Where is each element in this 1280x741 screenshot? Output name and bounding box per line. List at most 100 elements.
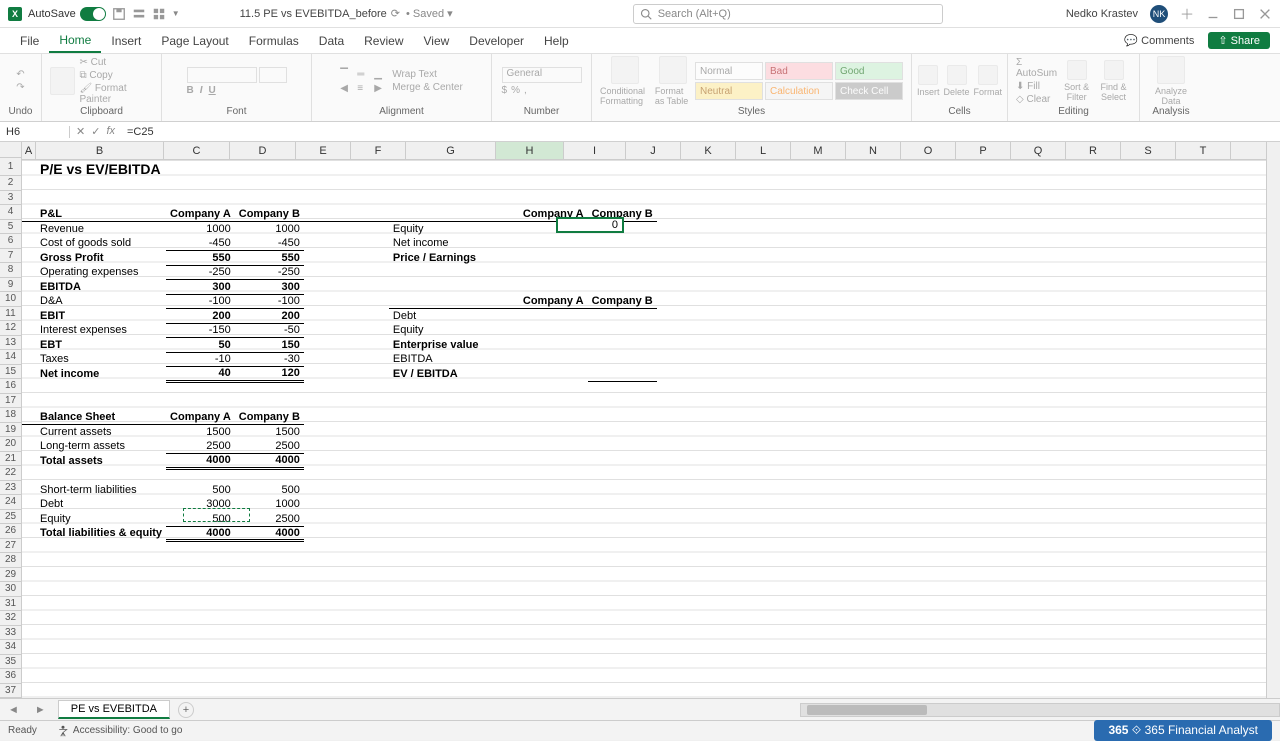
col-header-T[interactable]: T — [1176, 142, 1231, 159]
minimize-icon[interactable] — [1206, 7, 1220, 21]
save-icon[interactable] — [112, 7, 126, 21]
bold-button[interactable]: B — [187, 85, 194, 96]
tab-review[interactable]: Review — [354, 28, 413, 53]
style-bad[interactable]: Bad — [765, 62, 833, 80]
row-header-29[interactable]: 29 — [0, 568, 21, 583]
tab-view[interactable]: View — [414, 28, 460, 53]
underline-button[interactable]: U — [209, 85, 216, 96]
avatar[interactable]: NK — [1150, 5, 1168, 23]
align-top[interactable]: ▔ — [340, 69, 354, 80]
col-header-J[interactable]: J — [626, 142, 681, 159]
row-header-17[interactable]: 17 — [0, 394, 21, 409]
qat-icon-2[interactable] — [152, 7, 166, 21]
font-size[interactable] — [259, 67, 287, 83]
format-table-button[interactable] — [659, 56, 687, 84]
undo-icon[interactable]: ↶ — [16, 69, 24, 80]
copy-button[interactable]: ⧉ Copy — [79, 70, 153, 81]
col-header-S[interactable]: S — [1121, 142, 1176, 159]
vertical-scrollbar[interactable] — [1266, 142, 1280, 698]
fill-button[interactable]: ⬇ Fill — [1016, 81, 1057, 92]
row-header-23[interactable]: 23 — [0, 481, 21, 496]
autosave-toggle[interactable]: AutoSave — [28, 7, 106, 21]
formula-bar[interactable]: =C25 — [121, 126, 1280, 138]
align-right[interactable]: ▶ — [374, 83, 388, 94]
style-calc[interactable]: Calculation — [765, 82, 833, 100]
name-box[interactable]: H6 — [0, 126, 70, 138]
paste-button[interactable] — [50, 67, 75, 95]
autosum-button[interactable]: Σ AutoSum — [1016, 57, 1057, 79]
align-left[interactable]: ◀ — [340, 83, 354, 94]
row-headers[interactable]: 1234567891011121314151617181920212223242… — [0, 158, 22, 698]
row-header-26[interactable]: 26 — [0, 524, 21, 539]
font-select[interactable] — [187, 67, 257, 83]
row-header-33[interactable]: 33 — [0, 626, 21, 641]
style-good[interactable]: Good — [835, 62, 903, 80]
add-sheet-button[interactable]: + — [178, 702, 194, 718]
row-header-8[interactable]: 8 — [0, 263, 21, 278]
comments-button[interactable]: 💬 Comments — [1118, 32, 1200, 49]
col-header-E[interactable]: E — [296, 142, 351, 159]
row-header-34[interactable]: 34 — [0, 640, 21, 655]
sheet-nav-prev[interactable]: ◄ — [0, 704, 27, 716]
row-header-3[interactable]: 3 — [0, 191, 21, 206]
col-header-O[interactable]: O — [901, 142, 956, 159]
col-header-L[interactable]: L — [736, 142, 791, 159]
share-button[interactable]: ⇧ Share — [1208, 32, 1270, 49]
sort-filter-button[interactable] — [1067, 60, 1087, 80]
tab-file[interactable]: File — [10, 28, 49, 53]
style-neutral[interactable]: Neutral — [695, 82, 763, 100]
row-header-19[interactable]: 19 — [0, 423, 21, 438]
tab-data[interactable]: Data — [309, 28, 354, 53]
cond-format-button[interactable] — [611, 56, 639, 84]
row-header-7[interactable]: 7 — [0, 249, 21, 264]
accept-formula-icon[interactable]: ✓ — [91, 125, 100, 138]
col-header-I[interactable]: I — [564, 142, 626, 159]
row-header-14[interactable]: 14 — [0, 350, 21, 365]
currency-button[interactable]: $ — [502, 85, 508, 96]
ribbon-mode-icon[interactable] — [1180, 7, 1194, 21]
row-header-1[interactable]: 1 — [0, 158, 21, 176]
col-header-C[interactable]: C — [164, 142, 230, 159]
row-header-24[interactable]: 24 — [0, 495, 21, 510]
row-header-37[interactable]: 37 — [0, 684, 21, 699]
align-bot[interactable]: ▁ — [374, 69, 388, 80]
search-input[interactable]: Search (Alt+Q) — [633, 4, 943, 24]
delete-cells-button[interactable] — [947, 65, 967, 85]
percent-button[interactable]: % — [511, 85, 520, 96]
col-header-F[interactable]: F — [351, 142, 406, 159]
col-header-Q[interactable]: Q — [1011, 142, 1066, 159]
qat-dropdown-icon[interactable]: ▼ — [172, 9, 180, 18]
row-header-5[interactable]: 5 — [0, 220, 21, 235]
row-header-35[interactable]: 35 — [0, 655, 21, 670]
format-cells-button[interactable] — [978, 65, 998, 85]
sheet-tab-active[interactable]: PE vs EVEBITDA — [58, 700, 170, 719]
row-header-10[interactable]: 10 — [0, 292, 21, 307]
align-center[interactable]: ≡ — [357, 83, 371, 94]
fx-icon[interactable]: fx — [106, 125, 115, 138]
clear-button[interactable]: ◇ Clear — [1016, 94, 1057, 105]
col-header-R[interactable]: R — [1066, 142, 1121, 159]
row-header-9[interactable]: 9 — [0, 278, 21, 293]
accessibility-status[interactable]: Accessibility: Good to go — [57, 725, 183, 737]
wrap-text-button[interactable]: Wrap Text — [392, 69, 463, 80]
row-header-11[interactable]: 11 — [0, 307, 21, 322]
cut-button[interactable]: ✂ Cut — [79, 57, 153, 68]
row-header-12[interactable]: 12 — [0, 321, 21, 336]
col-header-A[interactable]: A — [22, 142, 36, 159]
cancel-formula-icon[interactable]: ✕ — [76, 125, 85, 138]
row-header-36[interactable]: 36 — [0, 669, 21, 684]
sheet-nav-next[interactable]: ► — [27, 704, 54, 716]
tab-insert[interactable]: Insert — [101, 28, 151, 53]
col-header-M[interactable]: M — [791, 142, 846, 159]
tab-developer[interactable]: Developer — [459, 28, 534, 53]
number-format-select[interactable]: General — [502, 67, 582, 83]
redo-icon[interactable]: ↷ — [16, 82, 24, 93]
italic-button[interactable]: I — [200, 85, 203, 96]
analyze-data-button[interactable] — [1157, 56, 1185, 84]
row-header-25[interactable]: 25 — [0, 510, 21, 525]
tab-help[interactable]: Help — [534, 28, 579, 53]
row-header-15[interactable]: 15 — [0, 365, 21, 380]
cell-grid[interactable]: P/E vs EV/EBITDAP&LCompany ACompany BCom… — [22, 160, 1266, 698]
col-header-K[interactable]: K — [681, 142, 736, 159]
row-header-30[interactable]: 30 — [0, 582, 21, 597]
